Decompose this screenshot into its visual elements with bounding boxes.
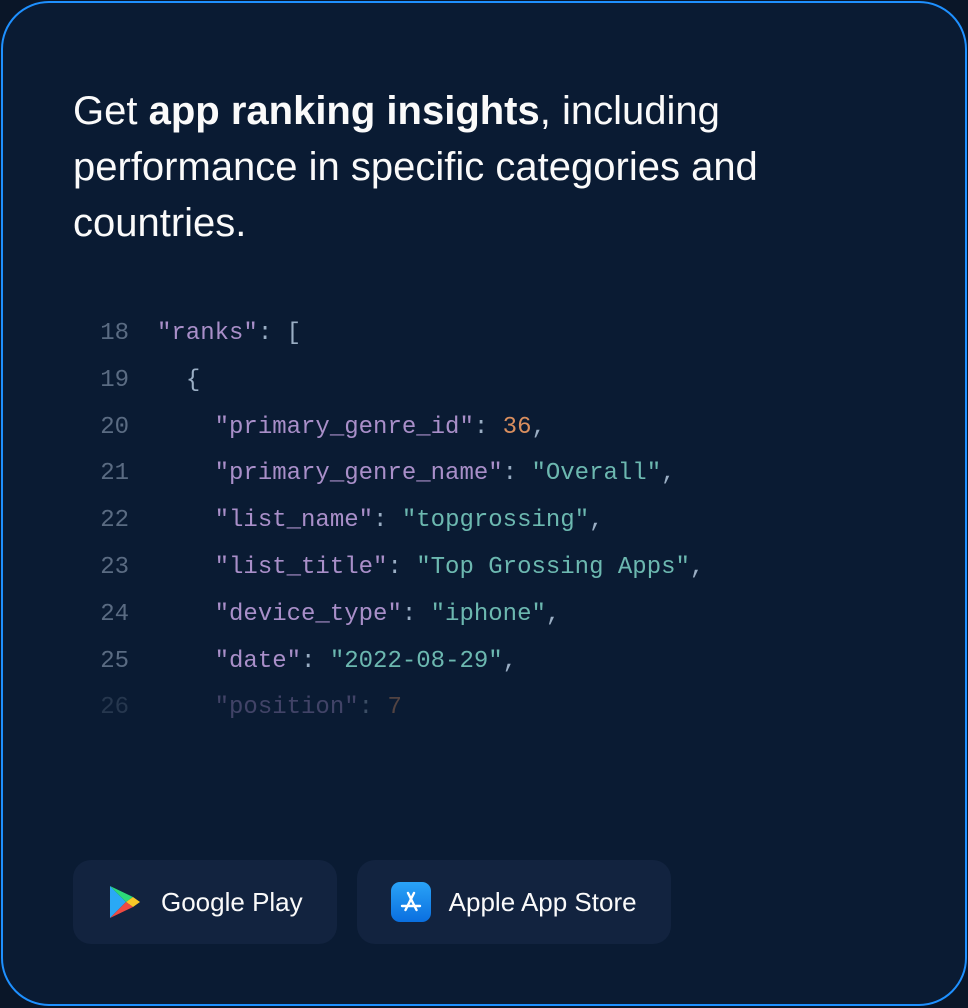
code-line: 23 "list_title": "Top Grossing Apps",: [73, 545, 895, 592]
headline-prefix: Get: [73, 89, 149, 133]
google-play-button[interactable]: Google Play: [73, 860, 337, 944]
line-number: 19: [73, 358, 129, 405]
code-content: "list_title": "Top Grossing Apps",: [157, 545, 704, 592]
code-line: 24 "device_type": "iphone",: [73, 592, 895, 639]
feature-card: Get app ranking insights, including perf…: [1, 1, 967, 1006]
headline-bold: app ranking insights: [149, 89, 540, 133]
line-number: 22: [73, 498, 129, 545]
headline: Get app ranking insights, including perf…: [73, 83, 895, 251]
google-play-label: Google Play: [161, 887, 303, 918]
line-number: 18: [73, 311, 129, 358]
line-number: 25: [73, 639, 129, 686]
line-number: 26: [73, 685, 129, 732]
google-play-icon: [107, 884, 143, 920]
code-content: "device_type": "iphone",: [157, 592, 560, 639]
store-buttons: Google Play Apple App Store: [73, 860, 895, 944]
code-content: "date": "2022-08-29",: [157, 639, 517, 686]
code-line: 26 "position": 7: [73, 685, 895, 732]
code-line: 25 "date": "2022-08-29",: [73, 639, 895, 686]
line-number: 20: [73, 405, 129, 452]
code-content: "list_name": "topgrossing",: [157, 498, 604, 545]
code-content: "position": 7: [157, 685, 402, 732]
apple-app-store-label: Apple App Store: [449, 887, 637, 918]
code-content: "primary_genre_name": "Overall",: [157, 451, 676, 498]
code-content: "ranks": [: [157, 311, 301, 358]
code-line: 20 "primary_genre_id": 36,: [73, 405, 895, 452]
code-line: 18 "ranks": [: [73, 311, 895, 358]
code-line: 22 "list_name": "topgrossing",: [73, 498, 895, 545]
line-number: 23: [73, 545, 129, 592]
apple-app-store-button[interactable]: Apple App Store: [357, 860, 671, 944]
code-line: 19 {: [73, 358, 895, 405]
code-content: "primary_genre_id": 36,: [157, 405, 546, 452]
line-number: 24: [73, 592, 129, 639]
line-number: 21: [73, 451, 129, 498]
apple-app-store-icon: [391, 882, 431, 922]
fade-overlay: [73, 730, 895, 810]
code-line: 21 "primary_genre_name": "Overall",: [73, 451, 895, 498]
code-sample: 18"ranks": [19 {20 "primary_genre_id": 3…: [73, 311, 895, 810]
code-content: {: [157, 358, 200, 405]
